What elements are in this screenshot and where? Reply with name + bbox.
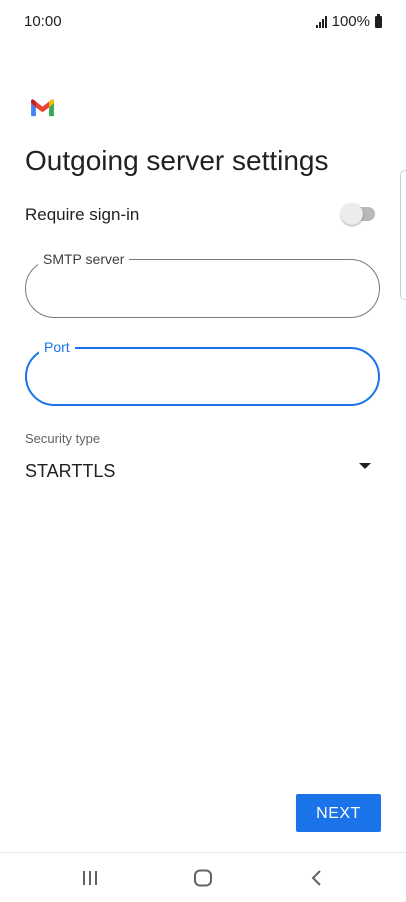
- recents-icon: [83, 871, 97, 885]
- toggle-knob: [341, 203, 363, 225]
- battery-percent: 100%: [331, 13, 370, 30]
- security-type-dropdown[interactable]: STARTTLS: [25, 455, 375, 485]
- security-type-label: Security type: [25, 431, 101, 446]
- home-icon: [194, 869, 212, 887]
- status-bar: 10:00 100%: [0, 0, 406, 44]
- require-signin-label: Require sign-in: [25, 205, 140, 224]
- smtp-server-input[interactable]: [44, 277, 348, 303]
- back-button[interactable]: [302, 865, 332, 891]
- next-button[interactable]: NEXT: [296, 794, 381, 832]
- status-time: 10:00: [24, 13, 62, 30]
- signal-icon: [315, 15, 327, 28]
- port-label: Port: [39, 338, 75, 356]
- battery-icon: [375, 13, 382, 28]
- smtp-server-label: SMTP server: [38, 250, 130, 268]
- navigation-bar: [0, 852, 406, 902]
- smtp-server-field[interactable]: SMTP server: [25, 250, 380, 318]
- port-field[interactable]: Port: [25, 338, 380, 406]
- back-icon: [311, 870, 321, 886]
- home-button[interactable]: [188, 865, 218, 891]
- scrollbar[interactable]: [400, 170, 406, 300]
- dropdown-arrow-icon: [359, 463, 371, 469]
- port-input[interactable]: [45, 366, 349, 392]
- status-icons: 100%: [315, 13, 382, 30]
- require-signin-row[interactable]: Require sign-in: [25, 202, 375, 228]
- security-type-value: STARTTLS: [25, 461, 116, 481]
- page-title: Outgoing server settings: [25, 145, 329, 176]
- gmail-logo: [31, 99, 54, 117]
- require-signin-toggle[interactable]: [341, 203, 375, 225]
- recents-button[interactable]: [75, 865, 105, 891]
- screen: 10:00 100% Outgoing server settings Requ…: [0, 0, 406, 902]
